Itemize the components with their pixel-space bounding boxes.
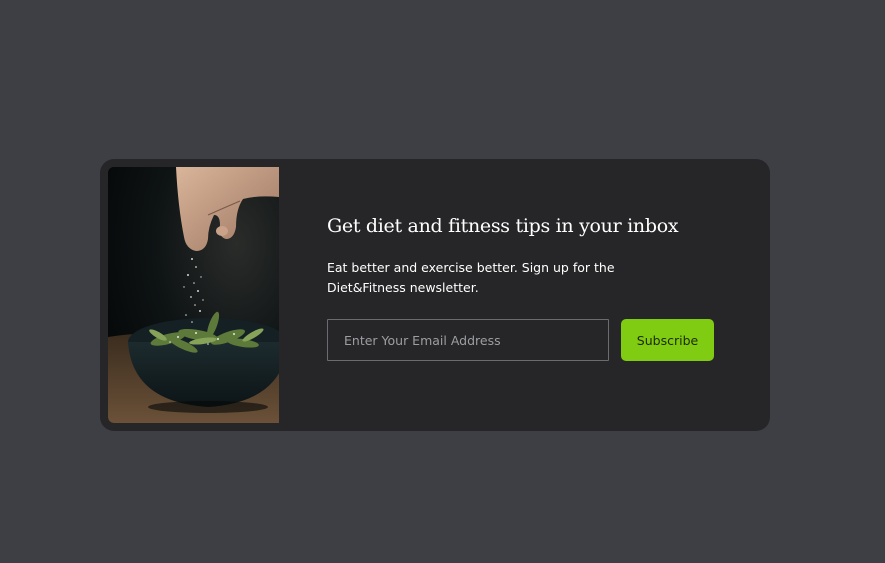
food-photo (108, 167, 279, 423)
newsletter-title: Get diet and fitness tips in your inbox (327, 215, 679, 237)
newsletter-description: Eat better and exercise better. Sign up … (327, 260, 615, 295)
newsletter-card: Get diet and fitness tips in your inbox … (100, 159, 770, 431)
subscribe-button[interactable]: Subscribe (621, 319, 714, 361)
email-input[interactable] (327, 319, 609, 361)
